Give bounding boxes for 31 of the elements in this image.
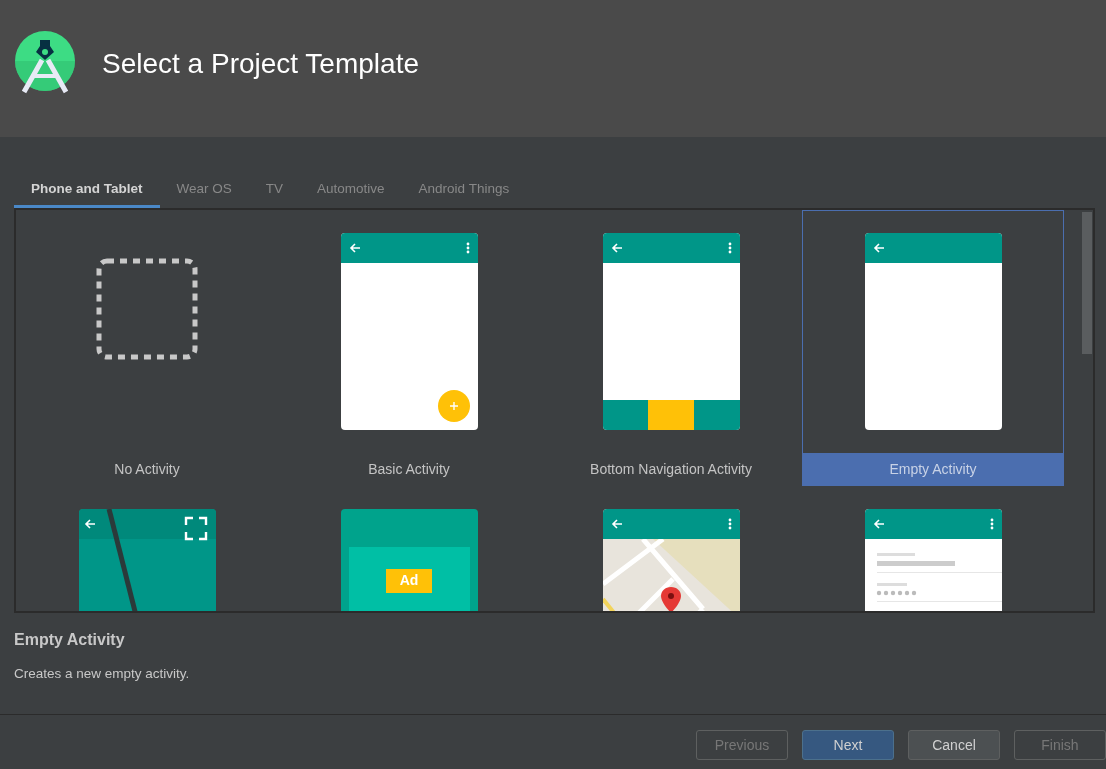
template-tile[interactable]: Bottom Navigation Activity	[540, 210, 802, 486]
description-title: Empty Activity	[14, 631, 126, 649]
overflow-menu-icon	[727, 518, 732, 530]
overflow-menu-icon	[465, 242, 470, 254]
template-label: Bottom Navigation Activity	[589, 460, 753, 479]
fab-icon	[437, 390, 470, 422]
back-arrow-icon	[872, 242, 885, 254]
dashed-square-icon	[95, 257, 199, 361]
template-label: Basic Activity	[367, 460, 451, 479]
next-button[interactable]: Next	[802, 730, 894, 760]
tab[interactable]: Wear OS	[159, 174, 249, 208]
template-tile[interactable]: No Activity	[16, 210, 278, 486]
back-arrow-icon	[610, 518, 623, 530]
template-tile[interactable]: Basic Activity	[278, 210, 540, 486]
overflow-menu-icon	[989, 518, 994, 530]
description-text: Creates a new empty activity.	[14, 666, 191, 681]
back-arrow-icon	[348, 242, 361, 254]
tab[interactable]: Automotive	[300, 174, 402, 208]
tab[interactable]: Android Things	[401, 174, 527, 208]
tab[interactable]: TV	[248, 174, 301, 208]
back-arrow-icon	[610, 242, 623, 254]
template-label: Empty Activity	[803, 453, 1063, 485]
template-tile[interactable]: Empty Activity	[802, 210, 1064, 486]
cancel-button[interactable]: Cancel	[908, 730, 1000, 760]
ad-label: Ad	[385, 569, 433, 593]
back-arrow-icon	[872, 518, 885, 530]
template-label: No Activity	[113, 460, 181, 479]
dialog-title: Select a Project Template	[102, 47, 419, 80]
overflow-menu-icon	[727, 242, 732, 254]
tab[interactable]: Phone and Tablet	[14, 174, 160, 208]
scrollbar-thumb[interactable]	[1082, 212, 1092, 354]
